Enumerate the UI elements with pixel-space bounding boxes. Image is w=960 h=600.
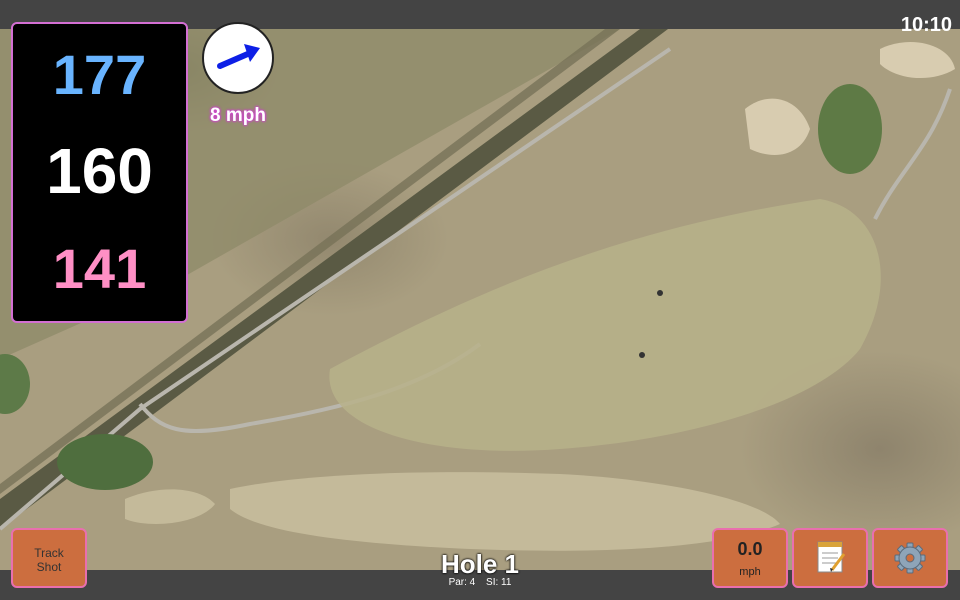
greenside-bunker bbox=[745, 98, 810, 155]
pond bbox=[57, 434, 153, 490]
wind-speed: 8 mph bbox=[210, 105, 266, 126]
gear-icon bbox=[894, 542, 926, 574]
track-shot-label-2: Shot bbox=[36, 560, 62, 574]
wind-arrow-icon bbox=[217, 44, 260, 69]
wind-indicator bbox=[202, 22, 274, 94]
distance-middle: 160 bbox=[46, 135, 153, 207]
track-shot-button[interactable]: Track Shot bbox=[11, 528, 87, 588]
fairway bbox=[329, 199, 881, 451]
speed-value: 0.0 bbox=[737, 539, 763, 559]
hole-title: Hole 1 bbox=[440, 549, 520, 579]
hole-par: Par: 4 bbox=[448, 577, 476, 588]
clock: 10:10 bbox=[900, 14, 952, 36]
tee-marker bbox=[657, 290, 663, 296]
track-shot-label-1: Track bbox=[34, 546, 64, 560]
settings-button[interactable] bbox=[872, 528, 948, 588]
distance-front: 141 bbox=[52, 237, 147, 300]
speed-unit: mph bbox=[739, 566, 761, 578]
speed-button[interactable]: 0.0 mph bbox=[712, 528, 788, 588]
waste-bunker bbox=[230, 472, 780, 551]
notepad-icon bbox=[817, 541, 846, 573]
putting-green bbox=[818, 84, 882, 174]
hole-info: Par: 4 SI: 11 bbox=[380, 577, 580, 588]
hole-stroke-index: SI: 11 bbox=[486, 577, 512, 588]
distance-panel: 177 160 141 bbox=[11, 22, 188, 323]
distance-back: 177 bbox=[52, 43, 147, 106]
notes-button[interactable] bbox=[792, 528, 868, 588]
